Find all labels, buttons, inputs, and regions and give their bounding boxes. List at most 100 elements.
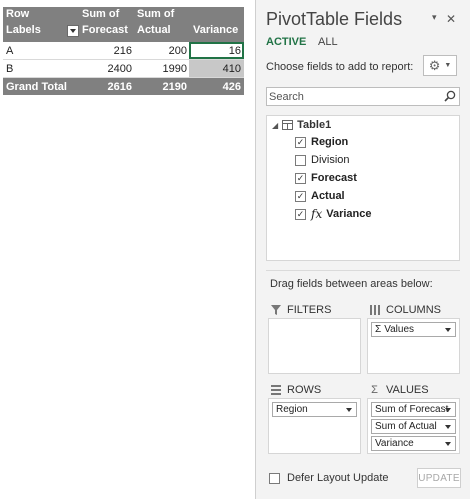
field-label: Actual [311, 190, 345, 202]
tab-all[interactable]: ALL [318, 36, 338, 48]
rows-area-header: ROWS [270, 382, 321, 398]
row-labels-text: Row Labels [6, 8, 41, 36]
field-actual[interactable]: ✓ Actual [295, 188, 345, 204]
rows-title: ROWS [287, 384, 322, 396]
choose-fields-label: Choose fields to add to report: [266, 61, 414, 73]
variance-header[interactable]: Variance [189, 7, 244, 41]
search-icon[interactable] [444, 90, 456, 102]
gear-icon: ⚙ [428, 58, 441, 73]
drag-fields-label: Drag fields between areas below: [270, 278, 433, 290]
tools-button[interactable]: ⚙ ▼ [423, 55, 457, 76]
columns-icon [369, 305, 380, 315]
grand-total-forecast[interactable]: 2616 [79, 78, 134, 95]
search-input[interactable] [269, 89, 441, 104]
rows-drop-area[interactable]: Region [268, 398, 361, 454]
sum-actual-header-line1: Sum of [137, 8, 175, 20]
field-checkbox[interactable]: ✓ [295, 208, 306, 220]
columns-chip-values[interactable]: Σ Values [371, 322, 456, 337]
table-name: Table1 [297, 119, 332, 131]
columns-drop-area[interactable]: Σ Values [367, 318, 460, 374]
forecast-cell[interactable]: 2400 [79, 60, 134, 77]
rows-icon [270, 385, 281, 395]
pivot-table: Row Labels Sum of Forecast Sum of Actual… [3, 7, 244, 95]
values-drop-area[interactable]: Sum of Forecast Sum of Actual Variance [367, 398, 460, 454]
chevron-down-icon[interactable] [445, 328, 451, 332]
values-chip-sum-of-forecast[interactable]: Sum of Forecast [371, 402, 456, 417]
variance-cell[interactable]: 410 [189, 60, 244, 77]
update-button[interactable]: UPDATE [417, 468, 461, 488]
sigma-icon: Σ [371, 384, 378, 396]
calculated-field-icon: fx [311, 207, 323, 221]
pane-options-dropdown-icon[interactable]: ▾ [432, 12, 437, 23]
filter-icon [270, 305, 281, 315]
field-division[interactable]: Division [295, 152, 350, 168]
row-labels-header[interactable]: Row Labels [3, 7, 79, 41]
sum-forecast-header[interactable]: Sum of Forecast [79, 7, 134, 41]
sigma-icon: Σ [375, 324, 382, 335]
defer-label: Defer Layout Update [287, 472, 389, 484]
values-chip-sum-of-actual[interactable]: Sum of Actual [371, 419, 456, 434]
field-label: Division [311, 154, 350, 166]
actual-cell[interactable]: 1990 [134, 60, 189, 77]
chevron-down-icon[interactable] [445, 442, 451, 446]
values-area-header: Σ VALUES [369, 382, 429, 398]
sum-forecast-header-line2: Forecast [82, 24, 128, 36]
pane-title: PivotTable Fields [266, 9, 403, 29]
chip-label: Sum of Actual [375, 421, 437, 432]
row-labels-filter-button[interactable] [67, 25, 79, 37]
chevron-down-icon[interactable] [445, 408, 451, 412]
defer-checkbox[interactable] [269, 472, 280, 484]
filters-title: FILTERS [287, 304, 332, 316]
search-box[interactable] [266, 87, 460, 106]
field-checkbox[interactable]: ✓ [295, 172, 306, 184]
field-label: Forecast [311, 172, 357, 184]
values-title: VALUES [386, 384, 429, 396]
variance-header-text: Variance [193, 24, 239, 36]
chevron-down-icon [70, 29, 77, 33]
actual-cell[interactable]: 200 [134, 42, 189, 59]
field-region[interactable]: ✓ Region [295, 134, 348, 150]
rows-chip-region[interactable]: Region [272, 402, 357, 417]
columns-area-header: COLUMNS [369, 302, 441, 318]
field-forecast[interactable]: ✓ Forecast [295, 170, 357, 186]
chip-label: Region [276, 404, 308, 415]
grand-total-row: Grand Total 2616 2190 426 [3, 78, 244, 95]
forecast-cell[interactable]: 216 [79, 42, 134, 59]
filters-area-header: FILTERS [270, 302, 331, 318]
field-list: ◢ Table1 ✓ Region Division ✓ Forecast ✓ … [266, 115, 460, 261]
grand-total-label[interactable]: Grand Total [3, 78, 79, 95]
values-chip-variance[interactable]: Variance [371, 436, 456, 451]
tab-active[interactable]: ACTIVE [266, 36, 306, 48]
pivottable-fields-pane: PivotTable Fields ▾ ✕ ACTIVE ALL Choose … [255, 0, 470, 499]
table-row: B 2400 1990 410 [3, 60, 244, 78]
chevron-down-icon[interactable] [445, 425, 451, 429]
chevron-down-icon: ▼ [444, 62, 452, 69]
defer-layout-update[interactable]: Defer Layout Update [269, 472, 389, 484]
grand-total-actual[interactable]: 2190 [134, 78, 189, 95]
field-checkbox[interactable] [295, 154, 306, 166]
field-label: Variance [326, 208, 372, 220]
row-label-cell[interactable]: B [3, 60, 79, 77]
chip-label: Values [384, 324, 415, 335]
field-checkbox[interactable]: ✓ [295, 136, 306, 148]
divider [266, 270, 460, 271]
row-label-cell[interactable]: A [3, 42, 79, 59]
chip-label: Variance [375, 438, 414, 449]
table-row: A 216 200 16 [3, 42, 244, 60]
pivot-header-row: Row Labels Sum of Forecast Sum of Actual… [3, 7, 244, 42]
field-variance[interactable]: ✓ fx Variance [295, 206, 371, 222]
table-node[interactable]: ◢ Table1 [272, 118, 331, 132]
chip-label: Sum of Forecast [375, 404, 449, 415]
close-icon[interactable]: ✕ [446, 12, 456, 26]
grand-total-variance[interactable]: 426 [189, 78, 244, 95]
collapse-arrow-icon[interactable]: ◢ [272, 121, 278, 130]
sum-forecast-header-line1: Sum of [82, 8, 120, 20]
field-checkbox[interactable]: ✓ [295, 190, 306, 202]
table-icon [282, 120, 294, 130]
variance-cell-selected[interactable]: 16 [189, 42, 244, 59]
chevron-down-icon[interactable] [346, 408, 352, 412]
filters-drop-area[interactable] [268, 318, 361, 374]
sum-actual-header[interactable]: Sum of Actual [134, 7, 189, 41]
columns-title: COLUMNS [386, 304, 442, 316]
field-label: Region [311, 136, 349, 148]
